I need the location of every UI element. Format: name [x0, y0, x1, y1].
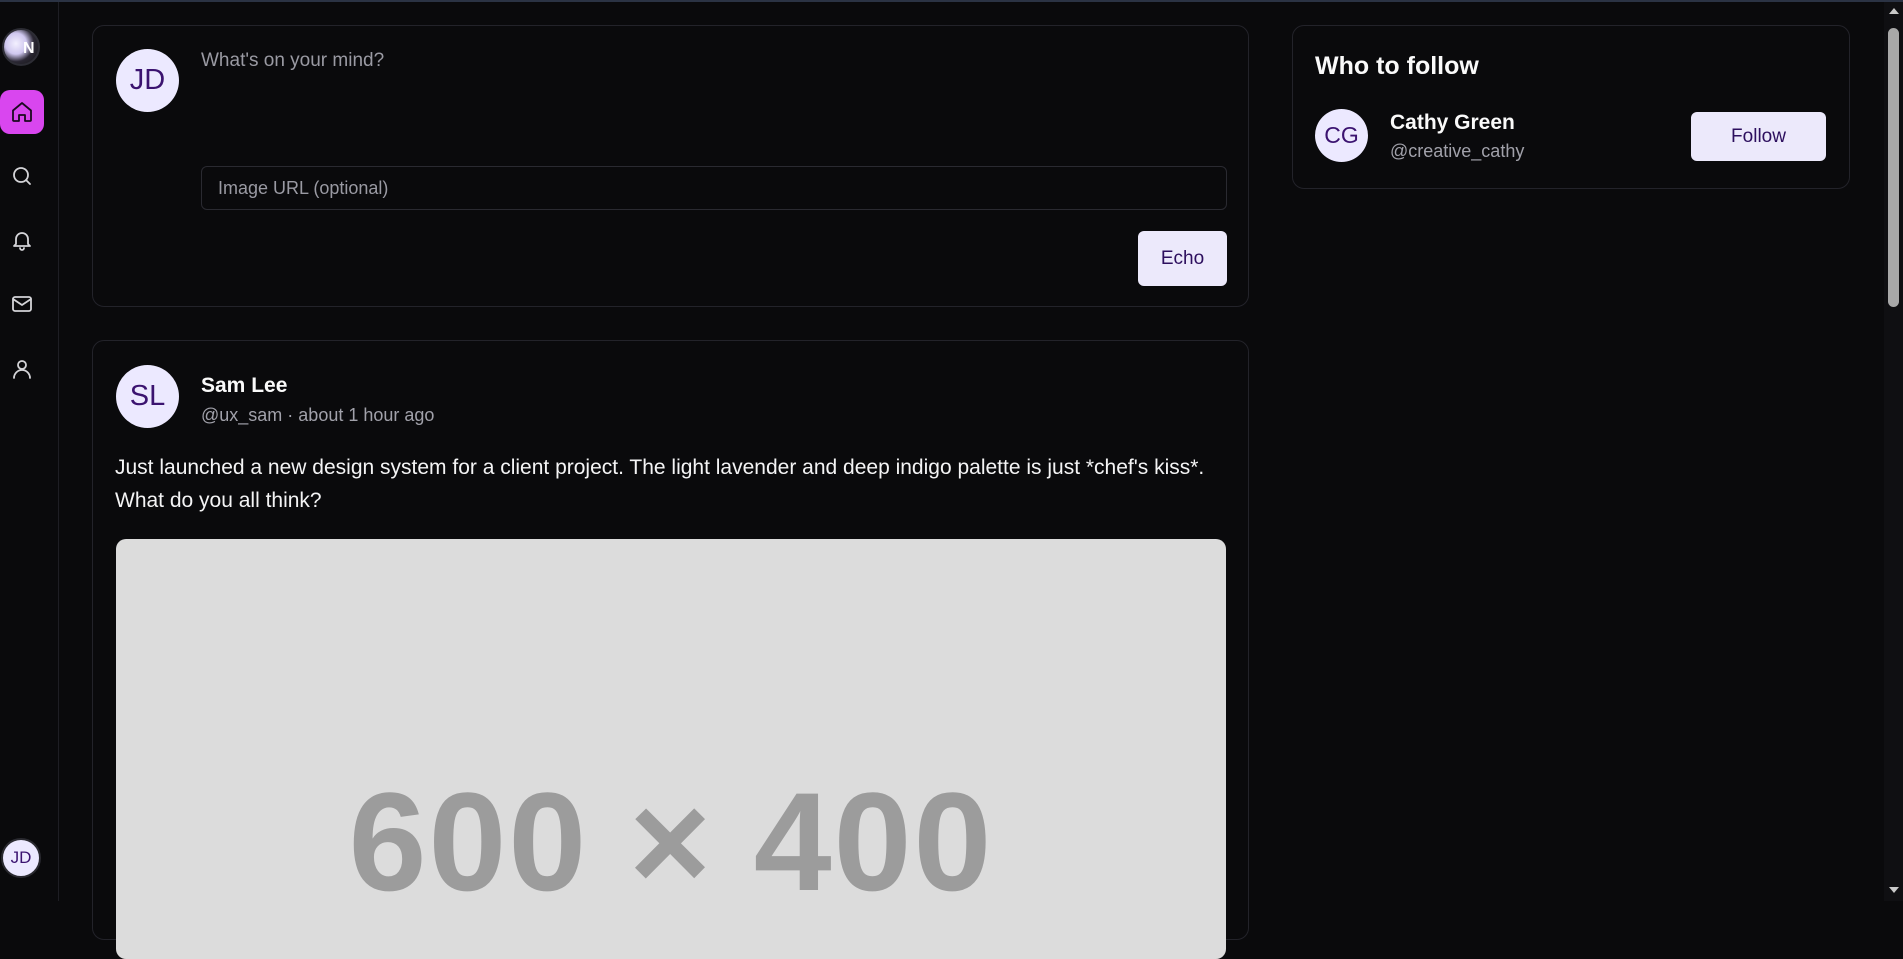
sidebar: N JD [0, 2, 59, 901]
who-to-follow-title: Who to follow [1315, 52, 1479, 80]
sidebar-item-profile[interactable] [0, 347, 44, 391]
user-icon [13, 360, 31, 379]
post-card: SL Sam Lee @ux_sam · about 1 hour ago Ju… [92, 340, 1249, 959]
post-meta: @ux_sam · about 1 hour ago [201, 405, 435, 425]
image-placeholder-label: 600 × 400 [348, 763, 994, 920]
who-to-follow-panel: Who to follow CG Cathy Green @creative_c… [1292, 25, 1850, 189]
follow-button[interactable]: Follow [1691, 112, 1826, 161]
search-icon [13, 167, 31, 185]
post-author-name[interactable]: Sam Lee [201, 374, 287, 398]
post-composer: JD Echo [92, 25, 1249, 307]
sidebar-item-search[interactable] [0, 154, 44, 198]
sidebar-item-notifications[interactable] [0, 218, 44, 262]
post-image[interactable]: 600 × 400 [116, 539, 1226, 959]
echo-button[interactable]: Echo [1138, 231, 1227, 286]
suggested-user-name[interactable]: Cathy Green [1390, 111, 1515, 135]
app-logo[interactable]: N [2, 28, 40, 66]
composer-avatar: JD [116, 49, 179, 112]
home-icon [12, 102, 32, 122]
page-scrollbar[interactable] [1884, 2, 1903, 901]
sidebar-item-messages[interactable] [0, 282, 44, 326]
suggested-user-avatar[interactable]: CG [1315, 109, 1368, 162]
mail-icon [12, 296, 32, 312]
logo-letter: N [23, 40, 35, 57]
post-author-avatar[interactable]: SL [116, 365, 179, 428]
post-text: Just launched a new design system for a … [115, 456, 1205, 512]
suggested-user-handle: @creative_cathy [1390, 141, 1525, 161]
window-top-border [0, 0, 1903, 2]
current-user-avatar[interactable]: JD [1, 838, 41, 878]
sidebar-item-home[interactable] [0, 90, 44, 134]
scroll-down-arrow-icon[interactable] [1889, 887, 1899, 893]
bell-icon [13, 232, 31, 251]
scrollbar-thumb[interactable] [1888, 28, 1899, 307]
post-textarea[interactable] [201, 46, 1227, 180]
scroll-up-arrow-icon[interactable] [1889, 8, 1899, 14]
image-url-input[interactable] [201, 166, 1227, 210]
